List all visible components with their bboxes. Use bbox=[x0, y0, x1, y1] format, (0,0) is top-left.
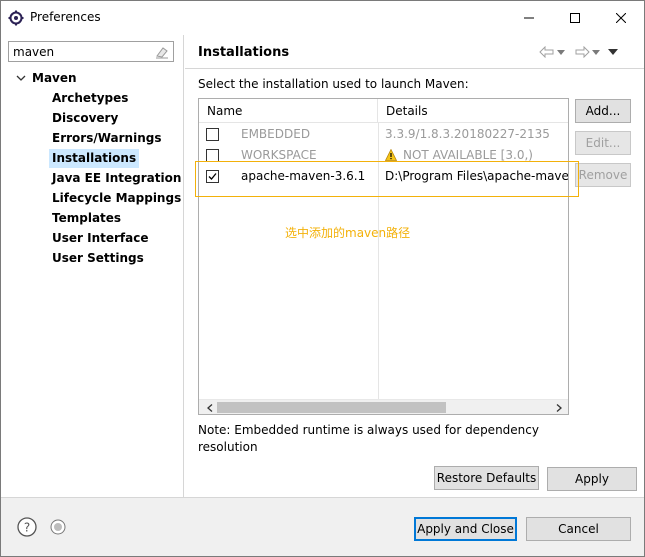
window-title: Preferences bbox=[30, 10, 101, 24]
table-row[interactable]: WORKSPACE NOT AVAILABLE [3.0,) bbox=[199, 145, 568, 166]
tree-item-archetypes[interactable]: Archetypes bbox=[49, 89, 131, 108]
installations-page: Installations Select the installation us… bbox=[185, 35, 644, 497]
filter-field[interactable] bbox=[8, 41, 174, 62]
installation-details: NOT AVAILABLE [3.0,) bbox=[403, 148, 533, 162]
warning-icon bbox=[385, 149, 397, 161]
maximize-button[interactable] bbox=[552, 1, 598, 35]
dropdown-arrow-icon bbox=[557, 49, 565, 55]
preferences-tree-pane: Maven Archetypes Discovery Errors/Warnin… bbox=[1, 35, 184, 497]
svg-text:?: ? bbox=[24, 521, 30, 535]
checkmark-icon bbox=[208, 173, 217, 180]
view-menu-icon bbox=[608, 49, 618, 55]
tree-item-user-settings[interactable]: User Settings bbox=[49, 249, 147, 268]
cancel-button[interactable]: Cancel bbox=[526, 517, 631, 541]
chevron-right-icon bbox=[556, 403, 562, 412]
installation-details: D:\Program Files\apache-maven bbox=[385, 169, 568, 183]
column-header-details[interactable]: Details bbox=[378, 99, 568, 123]
installation-checkbox[interactable] bbox=[206, 128, 219, 141]
page-title: Installations bbox=[198, 45, 290, 60]
installation-name: EMBEDDED bbox=[241, 127, 311, 141]
view-menu-button[interactable] bbox=[608, 43, 618, 61]
filter-input[interactable] bbox=[11, 43, 151, 60]
maximize-icon bbox=[570, 13, 580, 23]
chevron-left-icon bbox=[206, 403, 212, 412]
help-icon[interactable]: ? bbox=[17, 517, 37, 537]
minimize-icon bbox=[524, 17, 534, 19]
column-header-name[interactable]: Name bbox=[199, 99, 378, 123]
horizontal-scrollbar[interactable] bbox=[199, 399, 568, 414]
tree-item-lifecycle-mappings[interactable]: Lifecycle Mappings bbox=[49, 189, 184, 208]
embedded-runtime-note: Note: Embedded runtime is always used fo… bbox=[198, 423, 539, 454]
close-button[interactable] bbox=[598, 1, 644, 35]
installations-table: Name Details EMBEDDED 3.3.9/1.8.3.201802… bbox=[198, 98, 569, 415]
eclipse-gear-icon bbox=[8, 10, 24, 26]
restore-defaults-button[interactable]: Restore Defaults bbox=[434, 466, 539, 490]
installation-name: WORKSPACE bbox=[241, 148, 317, 162]
dropdown-arrow-icon bbox=[592, 49, 600, 55]
import-export-icon[interactable] bbox=[50, 519, 66, 535]
annotation-text: 选中添加的maven路径 bbox=[285, 226, 411, 240]
installation-details: 3.3.9/1.8.3.20180227-2135 bbox=[385, 127, 550, 141]
clear-filter-icon[interactable] bbox=[154, 44, 170, 60]
preferences-window: Preferences Maven Archetypes Discovery bbox=[0, 0, 645, 557]
tree-item-user-interface[interactable]: User Interface bbox=[49, 229, 152, 248]
forward-button[interactable] bbox=[573, 43, 591, 61]
tree-item-java-ee-integration[interactable]: Java EE Integration bbox=[49, 169, 184, 188]
forward-history-dropdown[interactable] bbox=[591, 43, 601, 61]
instructions-text: Select the installation used to launch M… bbox=[198, 77, 469, 91]
tree-item-installations[interactable]: Installations bbox=[49, 149, 140, 168]
page-navigation bbox=[538, 43, 625, 61]
apply-button[interactable]: Apply bbox=[547, 467, 637, 491]
installation-checkbox-checked[interactable] bbox=[206, 170, 219, 183]
apply-and-close-button[interactable]: Apply and Close bbox=[414, 517, 517, 541]
scroll-right-button[interactable] bbox=[551, 400, 566, 414]
scrollbar-thumb[interactable] bbox=[217, 402, 446, 413]
close-icon bbox=[616, 13, 626, 23]
tree-item-templates[interactable]: Templates bbox=[49, 209, 124, 228]
forward-arrow-icon bbox=[575, 46, 590, 58]
back-arrow-icon bbox=[539, 46, 554, 58]
tree-node-label: Maven bbox=[32, 71, 77, 85]
installation-checkbox[interactable] bbox=[206, 149, 219, 162]
installation-details-cell: NOT AVAILABLE [3.0,) bbox=[385, 148, 568, 162]
edit-button[interactable]: Edit... bbox=[575, 131, 631, 155]
add-button[interactable]: Add... bbox=[575, 99, 631, 123]
title-bar: Preferences bbox=[1, 1, 644, 35]
tree-item-discovery[interactable]: Discovery bbox=[49, 109, 121, 128]
installation-name: apache-maven-3.6.1 bbox=[241, 169, 366, 183]
tree-item-errors-warnings[interactable]: Errors/Warnings bbox=[49, 129, 164, 148]
remove-button[interactable]: Remove bbox=[575, 163, 631, 187]
chevron-down-icon[interactable] bbox=[15, 72, 27, 84]
minimize-button[interactable] bbox=[506, 1, 552, 35]
scroll-left-button[interactable] bbox=[202, 400, 217, 414]
table-row[interactable]: EMBEDDED 3.3.9/1.8.3.20180227-2135 bbox=[199, 124, 568, 145]
back-button[interactable] bbox=[538, 43, 556, 61]
table-row[interactable]: apache-maven-3.6.1 D:\Program Files\apac… bbox=[199, 166, 568, 187]
tree-node-maven[interactable]: Maven bbox=[15, 68, 77, 88]
dialog-footer: ? Apply and Close Cancel bbox=[1, 497, 644, 556]
page-header: Installations bbox=[185, 35, 644, 69]
back-history-dropdown[interactable] bbox=[556, 43, 566, 61]
